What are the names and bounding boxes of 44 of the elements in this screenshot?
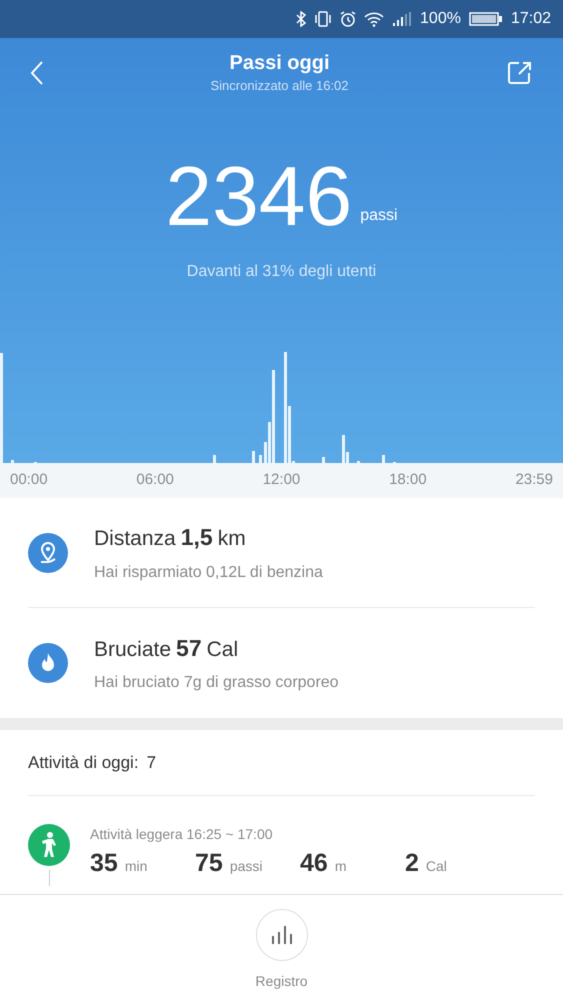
stat-label: Bruciate [94,636,172,663]
time-axis-label: 18:00 [389,470,427,490]
walking-person-icon [28,824,70,866]
stat-label: Distanza [94,526,176,552]
time-axis-label: 12:00 [262,470,300,490]
metric-value: 46 [300,848,328,879]
battery-icon [468,11,503,27]
share-button[interactable] [507,60,533,86]
step-count: 2346 [165,154,352,238]
alarm-icon [340,11,356,27]
signal-icon [392,12,412,26]
vibrate-icon [314,11,332,27]
battery-percent: 100% [420,9,461,29]
stat-value: 1,5 [180,523,213,552]
metric-unit: m [334,857,346,876]
metric-value: 2 [405,848,419,879]
wifi-icon [364,11,384,27]
stat-value: 57 [176,634,202,663]
log-label: Registro [255,972,308,991]
bluetooth-icon [296,11,306,27]
metric-unit: Cal [426,857,447,876]
log-button[interactable] [256,909,308,961]
stat-note: Hai risparmiato 0,12L di benzina [94,562,323,583]
clock-time: 17:02 [510,9,551,29]
metric-unit: min [124,857,148,876]
time-axis-label: 00:00 [10,470,48,490]
page-title: Passi oggi [229,51,330,76]
bar-chart-icon [270,924,292,946]
metric-value: 35 [90,848,118,879]
activity-title: Attività leggera 16:25 ~ 17:00 [90,825,274,844]
activities-count: 7 [146,752,156,774]
stat-unit: Cal [206,636,238,663]
step-unit: passi [360,206,398,226]
flame-icon [28,643,68,683]
metric-value: 75 [195,848,223,879]
metric-unit: passi [230,857,262,876]
time-axis-label: 23:59 [515,470,553,490]
ranking-text: Davanti al 31% degli utenti [186,262,376,282]
activities-label: Attività di oggi: [28,752,139,774]
stat-unit: km [218,526,246,552]
stat-note: Hai bruciato 7g di grasso corporeo [94,673,339,694]
sync-status: Sincronizzato alle 16:02 [210,77,349,95]
location-pin-icon [28,532,68,572]
time-axis-label: 06:00 [136,470,174,490]
